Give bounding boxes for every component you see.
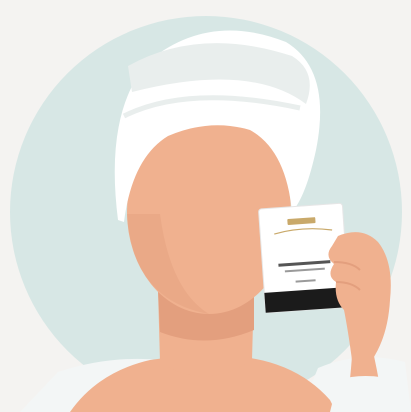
- illustration-canvas: [10, 16, 411, 412]
- robe-sleeve: [330, 376, 404, 412]
